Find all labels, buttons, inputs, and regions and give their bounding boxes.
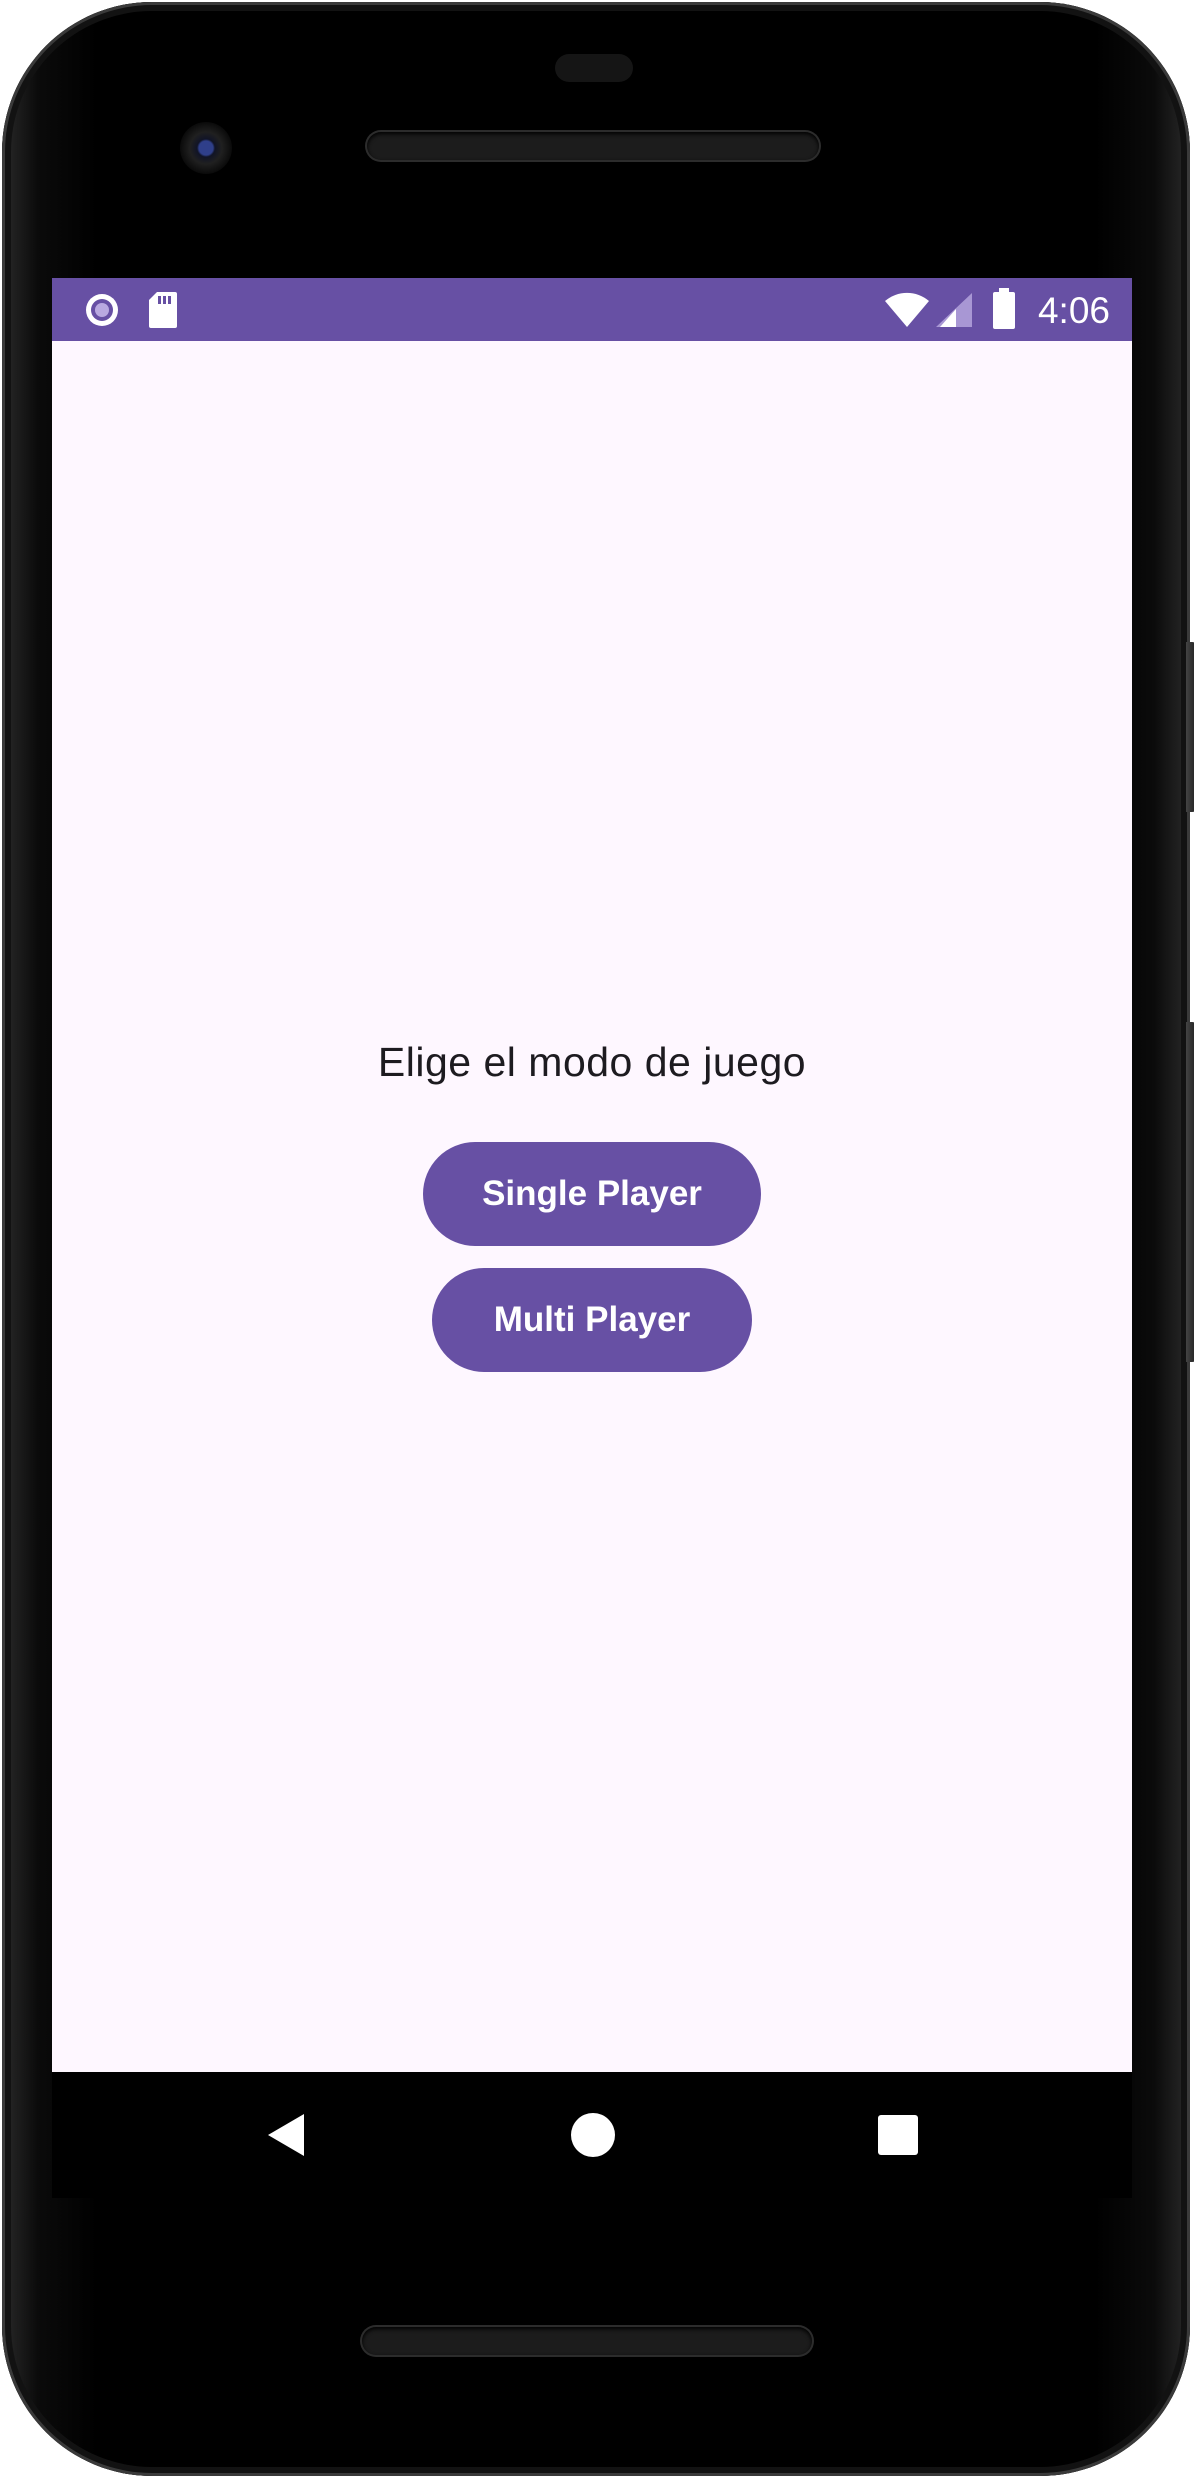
volume-rocker xyxy=(1186,1022,1194,1362)
cell-signal-icon xyxy=(934,292,974,333)
single-player-button[interactable]: Single Player xyxy=(423,1142,761,1246)
recents-icon[interactable] xyxy=(863,2100,933,2170)
top-speaker-grille xyxy=(367,132,819,160)
proximity-sensor xyxy=(555,54,633,82)
back-icon[interactable] xyxy=(252,2100,322,2170)
game-mode-selector: Elige el modo de juego Single Player Mul… xyxy=(52,341,1132,2072)
wifi-icon xyxy=(884,292,930,333)
page-title: Elige el modo de juego xyxy=(377,1039,807,1085)
app-screen: 4:06 Elige el modo de juego Single Playe… xyxy=(52,278,1132,2072)
front-camera-icon xyxy=(180,122,232,174)
home-icon[interactable] xyxy=(558,2100,628,2170)
navigation-bar xyxy=(52,2072,1132,2198)
status-bar: 4:06 xyxy=(52,278,1132,341)
bottom-speaker-grille xyxy=(362,2327,812,2355)
battery-icon xyxy=(992,288,1016,335)
status-clock: 4:06 xyxy=(1037,290,1110,331)
power-button xyxy=(1186,642,1194,812)
sd-card-icon xyxy=(147,290,179,335)
multi-player-button[interactable]: Multi Player xyxy=(432,1268,752,1372)
record-icon xyxy=(82,290,122,335)
